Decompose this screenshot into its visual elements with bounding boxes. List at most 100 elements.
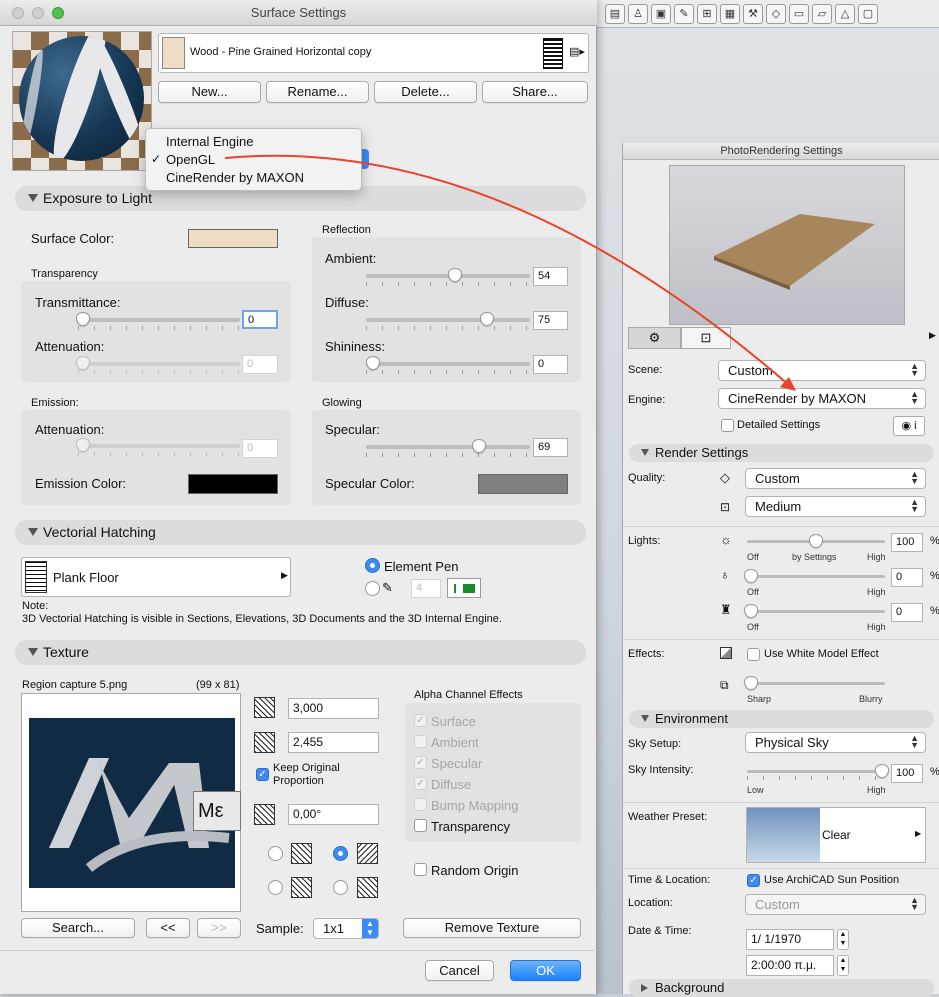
transmittance-slider[interactable] <box>76 312 240 330</box>
quality-preset-select[interactable]: Medium ▲ ▼ <box>745 496 926 517</box>
minimize-window-button[interactable] <box>32 7 44 19</box>
texture-angle-field[interactable]: 0,00° <box>288 804 379 825</box>
light-slider-1[interactable] <box>747 534 885 548</box>
alpha-diffuse-checkbox[interactable]: ✓ <box>414 777 427 790</box>
emission-attenuation-slider[interactable] <box>76 438 240 456</box>
specular-slider[interactable] <box>366 439 530 457</box>
ambient-slider[interactable] <box>366 268 530 286</box>
element-pen-radio[interactable] <box>365 558 380 573</box>
section-background[interactable]: Background <box>629 979 934 997</box>
alpha-bump-checkbox[interactable] <box>414 798 427 811</box>
section-render-settings[interactable]: Render Settings <box>629 444 934 462</box>
next-button[interactable]: >> <box>197 918 241 938</box>
toolbar-icon[interactable]: ▱ <box>812 3 832 24</box>
ok-button[interactable]: OK <box>510 960 581 981</box>
toolbar-icon[interactable]: ◇ <box>766 3 786 24</box>
quality-select[interactable]: Custom ▲ ▼ <box>745 468 926 489</box>
light-field-1[interactable]: 100 <box>891 533 923 552</box>
emission-attenuation-field[interactable]: 0 <box>242 439 278 458</box>
engine-info-icon[interactable]: ◉ i <box>893 416 925 436</box>
hatch-pattern-selector[interactable]: Plank Floor ▶ <box>21 557 291 597</box>
new-button[interactable]: New... <box>158 81 261 103</box>
sample-select[interactable]: 1x1 ▲ ▼ <box>313 918 379 939</box>
engine-select[interactable]: CineRender by MAXON ▲ ▼ <box>718 388 926 409</box>
section-environment[interactable]: Environment <box>629 710 934 728</box>
light-slider-2[interactable] <box>744 569 885 583</box>
shininess-slider[interactable] <box>366 356 530 374</box>
cancel-button[interactable]: Cancel <box>425 960 494 981</box>
toolbar-icon[interactable]: ▢ <box>858 3 878 24</box>
diffuse-field[interactable]: 75 <box>533 311 568 330</box>
texture-mirror-radio-2[interactable] <box>333 846 348 861</box>
alpha-ambient-checkbox[interactable] <box>414 735 427 748</box>
sky-setup-select[interactable]: Physical Sky ▲ ▼ <box>745 732 926 753</box>
menu-item-opengl[interactable]: OpenGL <box>166 152 215 167</box>
transmittance-field[interactable]: 0 <box>242 310 278 329</box>
shininess-field[interactable]: 0 <box>533 355 568 374</box>
location-select[interactable]: Custom ▲ ▼ <box>745 894 926 915</box>
surface-color-swatch[interactable] <box>188 229 278 248</box>
rename-button[interactable]: Rename... <box>266 81 369 103</box>
specular-color-swatch[interactable] <box>478 474 568 494</box>
random-origin-checkbox[interactable] <box>414 863 427 876</box>
slider-knob[interactable] <box>744 569 758 583</box>
white-model-checkbox[interactable] <box>747 648 760 661</box>
delete-button[interactable]: Delete... <box>374 81 477 103</box>
size-tab-icon[interactable]: ⊡ <box>681 327 731 349</box>
date-stepper-icon[interactable]: ▲ ▼ <box>837 929 849 950</box>
slider-knob[interactable] <box>744 604 758 618</box>
sun-position-checkbox[interactable]: ✓ <box>747 874 760 887</box>
custom-pen-radio[interactable] <box>365 581 380 596</box>
toolbar-icon[interactable]: ♙ <box>628 3 648 24</box>
settings-tab-gear-icon[interactable]: ⚙ <box>628 327 681 349</box>
previous-button[interactable]: << <box>146 918 190 938</box>
search-button[interactable]: Search... <box>21 918 135 938</box>
toolbar-icon[interactable]: ▣ <box>651 3 671 24</box>
material-menu-icon[interactable]: ▤▸ <box>569 45 585 58</box>
slider-knob[interactable] <box>875 764 889 778</box>
texture-width-field[interactable]: 3,000 <box>288 698 379 719</box>
section-vectorial-hatching[interactable]: Vectorial Hatching <box>15 520 586 545</box>
attenuation-field[interactable]: 0 <box>242 355 278 374</box>
light-slider-3[interactable] <box>744 604 885 618</box>
alpha-transparency-checkbox[interactable] <box>414 819 427 832</box>
emission-color-swatch[interactable] <box>188 474 278 494</box>
close-window-button[interactable] <box>12 7 24 19</box>
menu-item-cinerender[interactable]: CineRender by MAXON <box>166 170 304 185</box>
date-field[interactable]: 1/ 1/1970 <box>746 929 834 950</box>
light-field-3[interactable]: 0 <box>891 603 923 622</box>
time-field[interactable]: 2:00:00 π.μ. <box>746 955 834 976</box>
weather-preset-selector[interactable]: Clear ▶ <box>746 807 926 863</box>
ambient-field[interactable]: 54 <box>533 267 568 286</box>
time-stepper-icon[interactable]: ▲ ▼ <box>837 955 849 976</box>
slider-knob[interactable] <box>809 534 823 548</box>
blur-slider[interactable] <box>744 676 885 690</box>
material-selector[interactable]: Wood - Pine Grained Horizontal copy ▤▸ <box>158 33 589 73</box>
toolbar-icon[interactable]: △ <box>835 3 855 24</box>
slider-knob[interactable] <box>744 676 758 690</box>
toolbar-icon[interactable]: ✎ <box>674 3 694 24</box>
texture-mirror-radio-1[interactable] <box>268 846 283 861</box>
specular-field[interactable]: 69 <box>533 438 568 457</box>
zoom-window-button[interactable] <box>52 7 64 19</box>
remove-texture-button[interactable]: Remove Texture <box>403 918 581 938</box>
detailed-settings-checkbox[interactable] <box>721 419 734 432</box>
sky-intensity-field[interactable]: 100 <box>891 764 923 783</box>
attenuation-slider[interactable] <box>76 356 240 374</box>
toolbar-icon[interactable]: ▦ <box>720 3 740 24</box>
toolbar-icon[interactable]: ⚒ <box>743 3 763 24</box>
texture-height-field[interactable]: 2,455 <box>288 732 379 753</box>
share-button[interactable]: Share... <box>482 81 588 103</box>
sky-intensity-slider[interactable] <box>747 764 889 780</box>
toolbar-icon[interactable]: ⊞ <box>697 3 717 24</box>
keep-proportion-checkbox[interactable]: ✓ <box>256 768 269 781</box>
pen-number-field[interactable]: 4 <box>411 579 441 598</box>
alpha-surface-checkbox[interactable]: ✓ <box>414 714 427 727</box>
diffuse-slider[interactable] <box>366 312 530 330</box>
toolbar-icon[interactable]: ▭ <box>789 3 809 24</box>
section-texture[interactable]: Texture <box>15 640 586 665</box>
pen-color-swatch[interactable] <box>447 578 481 598</box>
panel-menu-icon[interactable]: ▶ <box>929 330 936 341</box>
texture-mirror-radio-4[interactable] <box>333 880 348 895</box>
alpha-specular-checkbox[interactable]: ✓ <box>414 756 427 769</box>
